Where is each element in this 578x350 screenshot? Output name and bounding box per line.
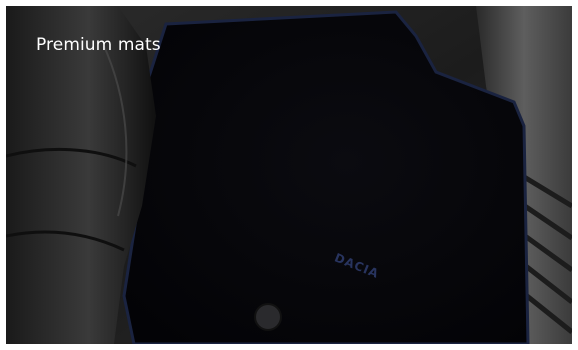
product-photo: DACIA Premium mats [6, 6, 572, 344]
image-caption: Premium mats [36, 35, 161, 55]
mat-grommet [254, 303, 282, 331]
car-footwell-scene: DACIA [6, 6, 572, 344]
